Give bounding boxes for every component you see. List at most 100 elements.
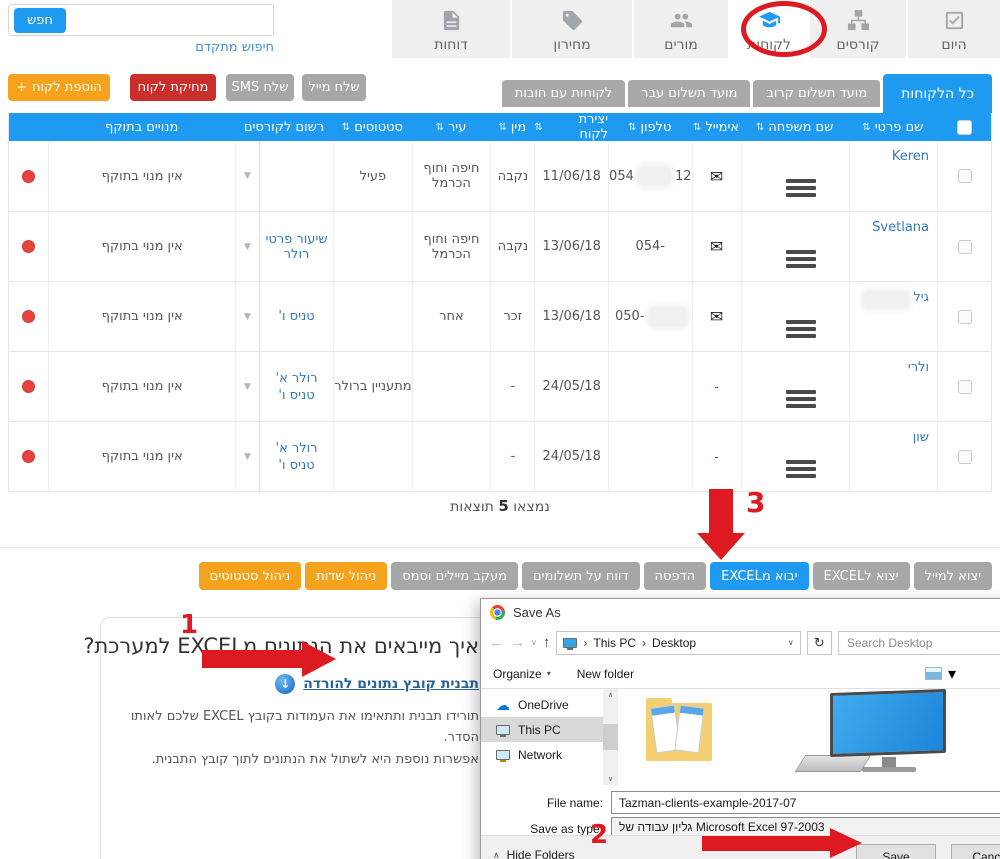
hide-folders-button[interactable]: ∧ Hide Folders: [493, 848, 575, 859]
print-button[interactable]: הדפסה: [644, 562, 707, 590]
sort-icon[interactable]: ⇅: [498, 122, 506, 133]
breadcrumb-desktop[interactable]: Desktop: [652, 636, 696, 650]
delete-client-button[interactable]: מחיקת לקוח: [130, 74, 216, 101]
row-checkbox[interactable]: [958, 310, 972, 324]
dialog-search-input[interactable]: [838, 631, 1000, 655]
add-client-button[interactable]: הוספת לקוח +: [8, 74, 110, 101]
chevron-down-icon[interactable]: ▼: [236, 141, 260, 211]
manage-fields-button[interactable]: ניהול שדות: [305, 562, 387, 590]
back-arrow-icon[interactable]: ←: [489, 634, 504, 651]
column-header-created[interactable]: יצירת לקוח⇅: [534, 113, 608, 141]
nav-tab-pricing[interactable]: מחירון: [512, 0, 632, 58]
column-header-statuses[interactable]: סטטוסים⇅: [333, 113, 412, 141]
sort-icon[interactable]: ⇅: [693, 122, 701, 133]
download-icon[interactable]: ↓: [275, 674, 295, 694]
advanced-search-link[interactable]: חיפוש מתקדם: [8, 40, 274, 55]
import-excel-button[interactable]: יבוא מEXCEL: [710, 562, 808, 590]
course-link[interactable]: שיעור פרטי רולר: [260, 232, 333, 262]
refresh-icon[interactable]: ↻: [807, 631, 832, 655]
send-mail-button[interactable]: שלח מייל: [302, 74, 366, 101]
manage-statuses-button[interactable]: ניהול סטטוסים: [199, 562, 301, 590]
column-header-first-name[interactable]: שם פרטי⇅: [849, 113, 937, 141]
file-name-input[interactable]: [611, 791, 1000, 814]
row-checkbox[interactable]: [958, 240, 972, 254]
column-header-phone[interactable]: טלפון⇅: [608, 113, 691, 141]
organize-menu[interactable]: Organize▾: [493, 667, 551, 681]
send-sms-button[interactable]: שלח SMS: [226, 74, 294, 101]
course-link[interactable]: טניס ו': [278, 388, 314, 403]
client-name-link[interactable]: שון: [913, 430, 929, 445]
forward-arrow-icon[interactable]: →: [510, 634, 525, 651]
scrollbar-thumb[interactable]: [603, 724, 618, 750]
scroll-up-icon[interactable]: ∧: [608, 691, 613, 699]
column-header-gender[interactable]: מין⇅: [490, 113, 534, 141]
email-envelope-icon[interactable]: ✉: [710, 237, 723, 256]
column-header-last-name[interactable]: שם משפחה⇅: [741, 113, 849, 141]
folder-icon[interactable]: [646, 697, 712, 761]
view-selector[interactable]: ▾: [925, 664, 956, 684]
email-envelope-icon[interactable]: ✉: [710, 167, 723, 186]
chevron-down-icon[interactable]: ▼: [236, 282, 260, 351]
nav-tab-today[interactable]: היום: [908, 0, 1000, 58]
payments-report-button[interactable]: דווח על תשלומים: [522, 562, 640, 590]
cancel-button[interactable]: Cancel: [951, 844, 1000, 859]
search-button[interactable]: חפש: [14, 8, 66, 33]
breadcrumb-this-pc[interactable]: This PC: [593, 636, 636, 650]
tree-item-this-pc[interactable]: This PC: [481, 717, 603, 742]
phone-number: 054: [609, 169, 634, 184]
nav-tab-teachers[interactable]: מורים: [634, 0, 728, 58]
row-checkbox[interactable]: [958, 450, 972, 464]
filter-tab-payment-soon[interactable]: מועד תשלום קרוב: [753, 80, 880, 107]
sort-icon[interactable]: ⇅: [342, 122, 350, 133]
sort-icon[interactable]: ⇅: [436, 122, 444, 133]
sort-icon[interactable]: ⇅: [756, 122, 764, 133]
sort-icon[interactable]: ⇅: [862, 122, 870, 133]
client-name-link[interactable]: Svetlana: [872, 220, 929, 235]
blurred-text: [864, 292, 908, 307]
row-checkbox[interactable]: [958, 380, 972, 394]
filter-tab-clients-debts[interactable]: לקוחות עם חובות: [502, 80, 625, 107]
save-button[interactable]: Save: [856, 844, 936, 859]
course-link[interactable]: טניס ו': [278, 458, 314, 473]
client-name-link[interactable]: Keren: [892, 149, 929, 164]
column-header-subscriptions[interactable]: מנויים בתוקף: [48, 113, 235, 141]
new-folder-button[interactable]: New folder: [577, 667, 634, 681]
nav-tab-reports[interactable]: דוחות: [392, 0, 510, 58]
dialog-title-bar[interactable]: Save As: [481, 599, 1000, 626]
search-input[interactable]: [71, 7, 269, 33]
filter-tab-all-clients[interactable]: כל הלקוחות: [883, 74, 992, 113]
select-all-checkbox[interactable]: [957, 120, 972, 135]
course-link[interactable]: רולר א': [276, 371, 318, 386]
this-pc-icon[interactable]: [796, 691, 956, 781]
mail-sms-tracking-button[interactable]: מעקב מיילים וסמס: [391, 562, 518, 590]
course-link[interactable]: רולר א': [276, 441, 318, 456]
client-name-link[interactable]: ולרי: [908, 360, 929, 375]
export-excel-button[interactable]: יצוא לEXCEL: [813, 562, 910, 590]
breadcrumb-dropdown-icon[interactable]: ∨: [788, 638, 794, 647]
client-name-link[interactable]: גיל: [913, 290, 929, 305]
chevron-down-icon[interactable]: ▼: [236, 422, 260, 491]
column-header-courses[interactable]: רשום לקורסים: [235, 113, 333, 141]
column-header-email[interactable]: אימייל⇅: [692, 113, 741, 141]
course-link[interactable]: טניס ו': [278, 309, 314, 324]
tree-item-network[interactable]: Network: [481, 742, 603, 767]
chevron-down-icon[interactable]: ▼: [236, 212, 260, 281]
tree-scrollbar[interactable]: ∧ ∨: [603, 689, 618, 785]
chevron-down-icon[interactable]: ▼: [236, 352, 260, 421]
download-template-link[interactable]: תבנית קובץ נתונים להורדה: [303, 676, 479, 692]
no-subscription-dot: [22, 310, 35, 323]
sort-icon[interactable]: ⇅: [628, 122, 636, 133]
tree-item-onedrive[interactable]: ☁ OneDrive: [481, 692, 603, 717]
filter-tab-payment-past[interactable]: מועד תשלום עבר: [628, 80, 750, 107]
up-arrow-icon[interactable]: ↑: [543, 634, 551, 651]
sort-icon[interactable]: ⇅: [534, 122, 542, 133]
scroll-down-icon[interactable]: ∨: [608, 775, 613, 783]
annotation-arrow-right: [202, 650, 302, 668]
history-chevron-icon[interactable]: ∨: [531, 638, 537, 647]
annotation-arrow-save-head: [830, 828, 862, 858]
row-checkbox[interactable]: [958, 169, 972, 183]
export-mail-button[interactable]: יצוא למייל: [914, 562, 992, 590]
email-envelope-icon[interactable]: ✉: [710, 307, 723, 326]
column-header-city[interactable]: עיר⇅: [412, 113, 491, 141]
breadcrumb[interactable]: › This PC › Desktop ∨: [556, 631, 800, 655]
